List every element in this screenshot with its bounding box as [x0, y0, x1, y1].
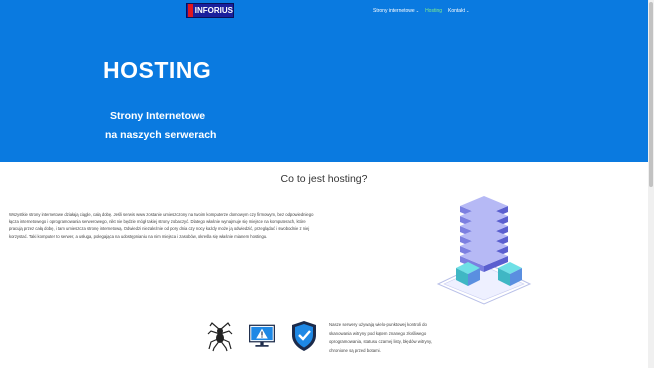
chevron-down-icon: ⌄: [465, 8, 470, 13]
spider-icon: [206, 320, 234, 352]
chevron-down-icon: ⌄: [415, 8, 420, 13]
logo-mark: [188, 4, 193, 17]
hero-title: HOSTING: [103, 57, 212, 83]
nav-label: Hosting: [425, 8, 443, 14]
scrollbar-thumb[interactable]: [649, 2, 653, 187]
hosting-description: Wszystkie strony internetowe działają ci…: [9, 212, 314, 239]
section-title: Co to jest hosting?: [280, 173, 368, 185]
nav-item-strony-internetowe[interactable]: Strony internetowe⌄: [373, 8, 419, 14]
hero-subtitle-line1: Strony Internetowe: [110, 110, 206, 122]
nav-item-hosting[interactable]: Hosting: [425, 8, 442, 14]
nav-item-kontakt[interactable]: Kontakt⌄: [448, 8, 469, 14]
nav-label: Kontakt: [448, 8, 465, 14]
security-features-text: Nasze serwery używają wielo-punktowej ko…: [329, 322, 433, 353]
hero-banner: INFORIUS Strony internetowe⌄ Hosting Kon…: [0, 0, 648, 162]
shield-check-icon: [290, 320, 318, 352]
nav-label: Strony internetowe: [373, 8, 415, 14]
hero-subtitle-line2: na naszych serwerach: [105, 129, 217, 141]
server-stack-icon: [436, 190, 532, 311]
logo-text: INFORIUS: [194, 6, 233, 15]
feature-icons: [206, 320, 318, 352]
site-logo[interactable]: INFORIUS: [186, 3, 234, 18]
page: INFORIUS Strony internetowe⌄ Hosting Kon…: [0, 0, 648, 368]
monitor-warning-icon: [248, 320, 276, 352]
main-nav: Strony internetowe⌄ Hosting Kontakt⌄: [373, 8, 469, 14]
